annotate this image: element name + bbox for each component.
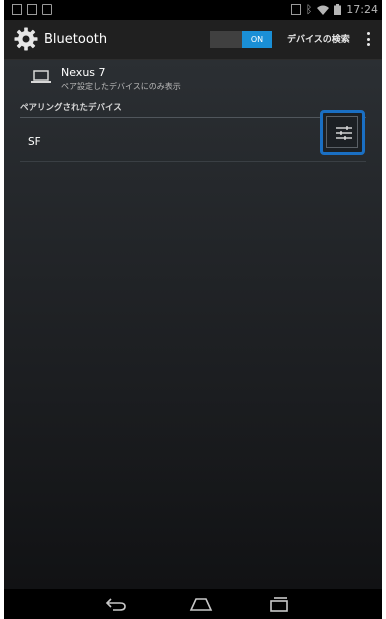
image-notification-icon bbox=[42, 4, 52, 15]
bluetooth-icon: ᛒ bbox=[305, 2, 313, 16]
navigation-bar bbox=[4, 589, 382, 619]
device-visibility-text: ペア設定したデバイスにのみ表示 bbox=[61, 82, 181, 91]
sim-icon bbox=[290, 4, 301, 15]
settings-button-frame bbox=[326, 116, 358, 148]
gear-icon[interactable] bbox=[14, 27, 38, 51]
notification-icon bbox=[12, 4, 22, 15]
notification-icon bbox=[27, 4, 37, 15]
bluetooth-settings-content: Nexus 7 ペア設定したデバイスにのみ表示 ペアリングされたデバイス SF bbox=[4, 60, 382, 589]
page-title: Bluetooth bbox=[44, 32, 108, 47]
paired-devices-header: ペアリングされたデバイス bbox=[20, 101, 366, 118]
this-device-item[interactable]: Nexus 7 ペア設定したデバイスにのみ表示 bbox=[4, 60, 382, 96]
laptop-icon bbox=[31, 70, 51, 83]
battery-icon bbox=[334, 4, 342, 15]
status-bar: ᛒ 17:24 bbox=[4, 0, 382, 20]
bluetooth-toggle[interactable]: ON bbox=[210, 31, 272, 48]
overflow-menu-icon[interactable] bbox=[365, 32, 371, 46]
back-icon[interactable] bbox=[104, 596, 128, 612]
overflow-dot bbox=[366, 37, 370, 41]
recents-icon[interactable] bbox=[267, 596, 291, 612]
paired-device-settings-button[interactable] bbox=[320, 110, 365, 155]
tune-icon bbox=[336, 126, 352, 140]
device-screen: ᛒ 17:24 Bluetooth ON デバイスの検索 Nexus 7 ペア設… bbox=[4, 0, 382, 619]
paired-device-row[interactable]: SF bbox=[20, 120, 366, 162]
action-bar: Bluetooth ON デバイスの検索 bbox=[4, 20, 382, 60]
home-icon[interactable] bbox=[189, 596, 213, 612]
device-name: Nexus 7 bbox=[61, 66, 106, 79]
wifi-icon bbox=[317, 5, 330, 15]
status-system: ᛒ 17:24 bbox=[290, 2, 378, 16]
paired-device-name: SF bbox=[28, 136, 41, 148]
status-notifications bbox=[12, 4, 52, 15]
toggle-on-label: ON bbox=[242, 31, 272, 48]
status-time: 17:24 bbox=[346, 3, 378, 16]
overflow-dot bbox=[366, 43, 370, 46]
search-devices-button[interactable]: デバイスの検索 bbox=[287, 32, 350, 45]
overflow-dot bbox=[366, 32, 370, 35]
